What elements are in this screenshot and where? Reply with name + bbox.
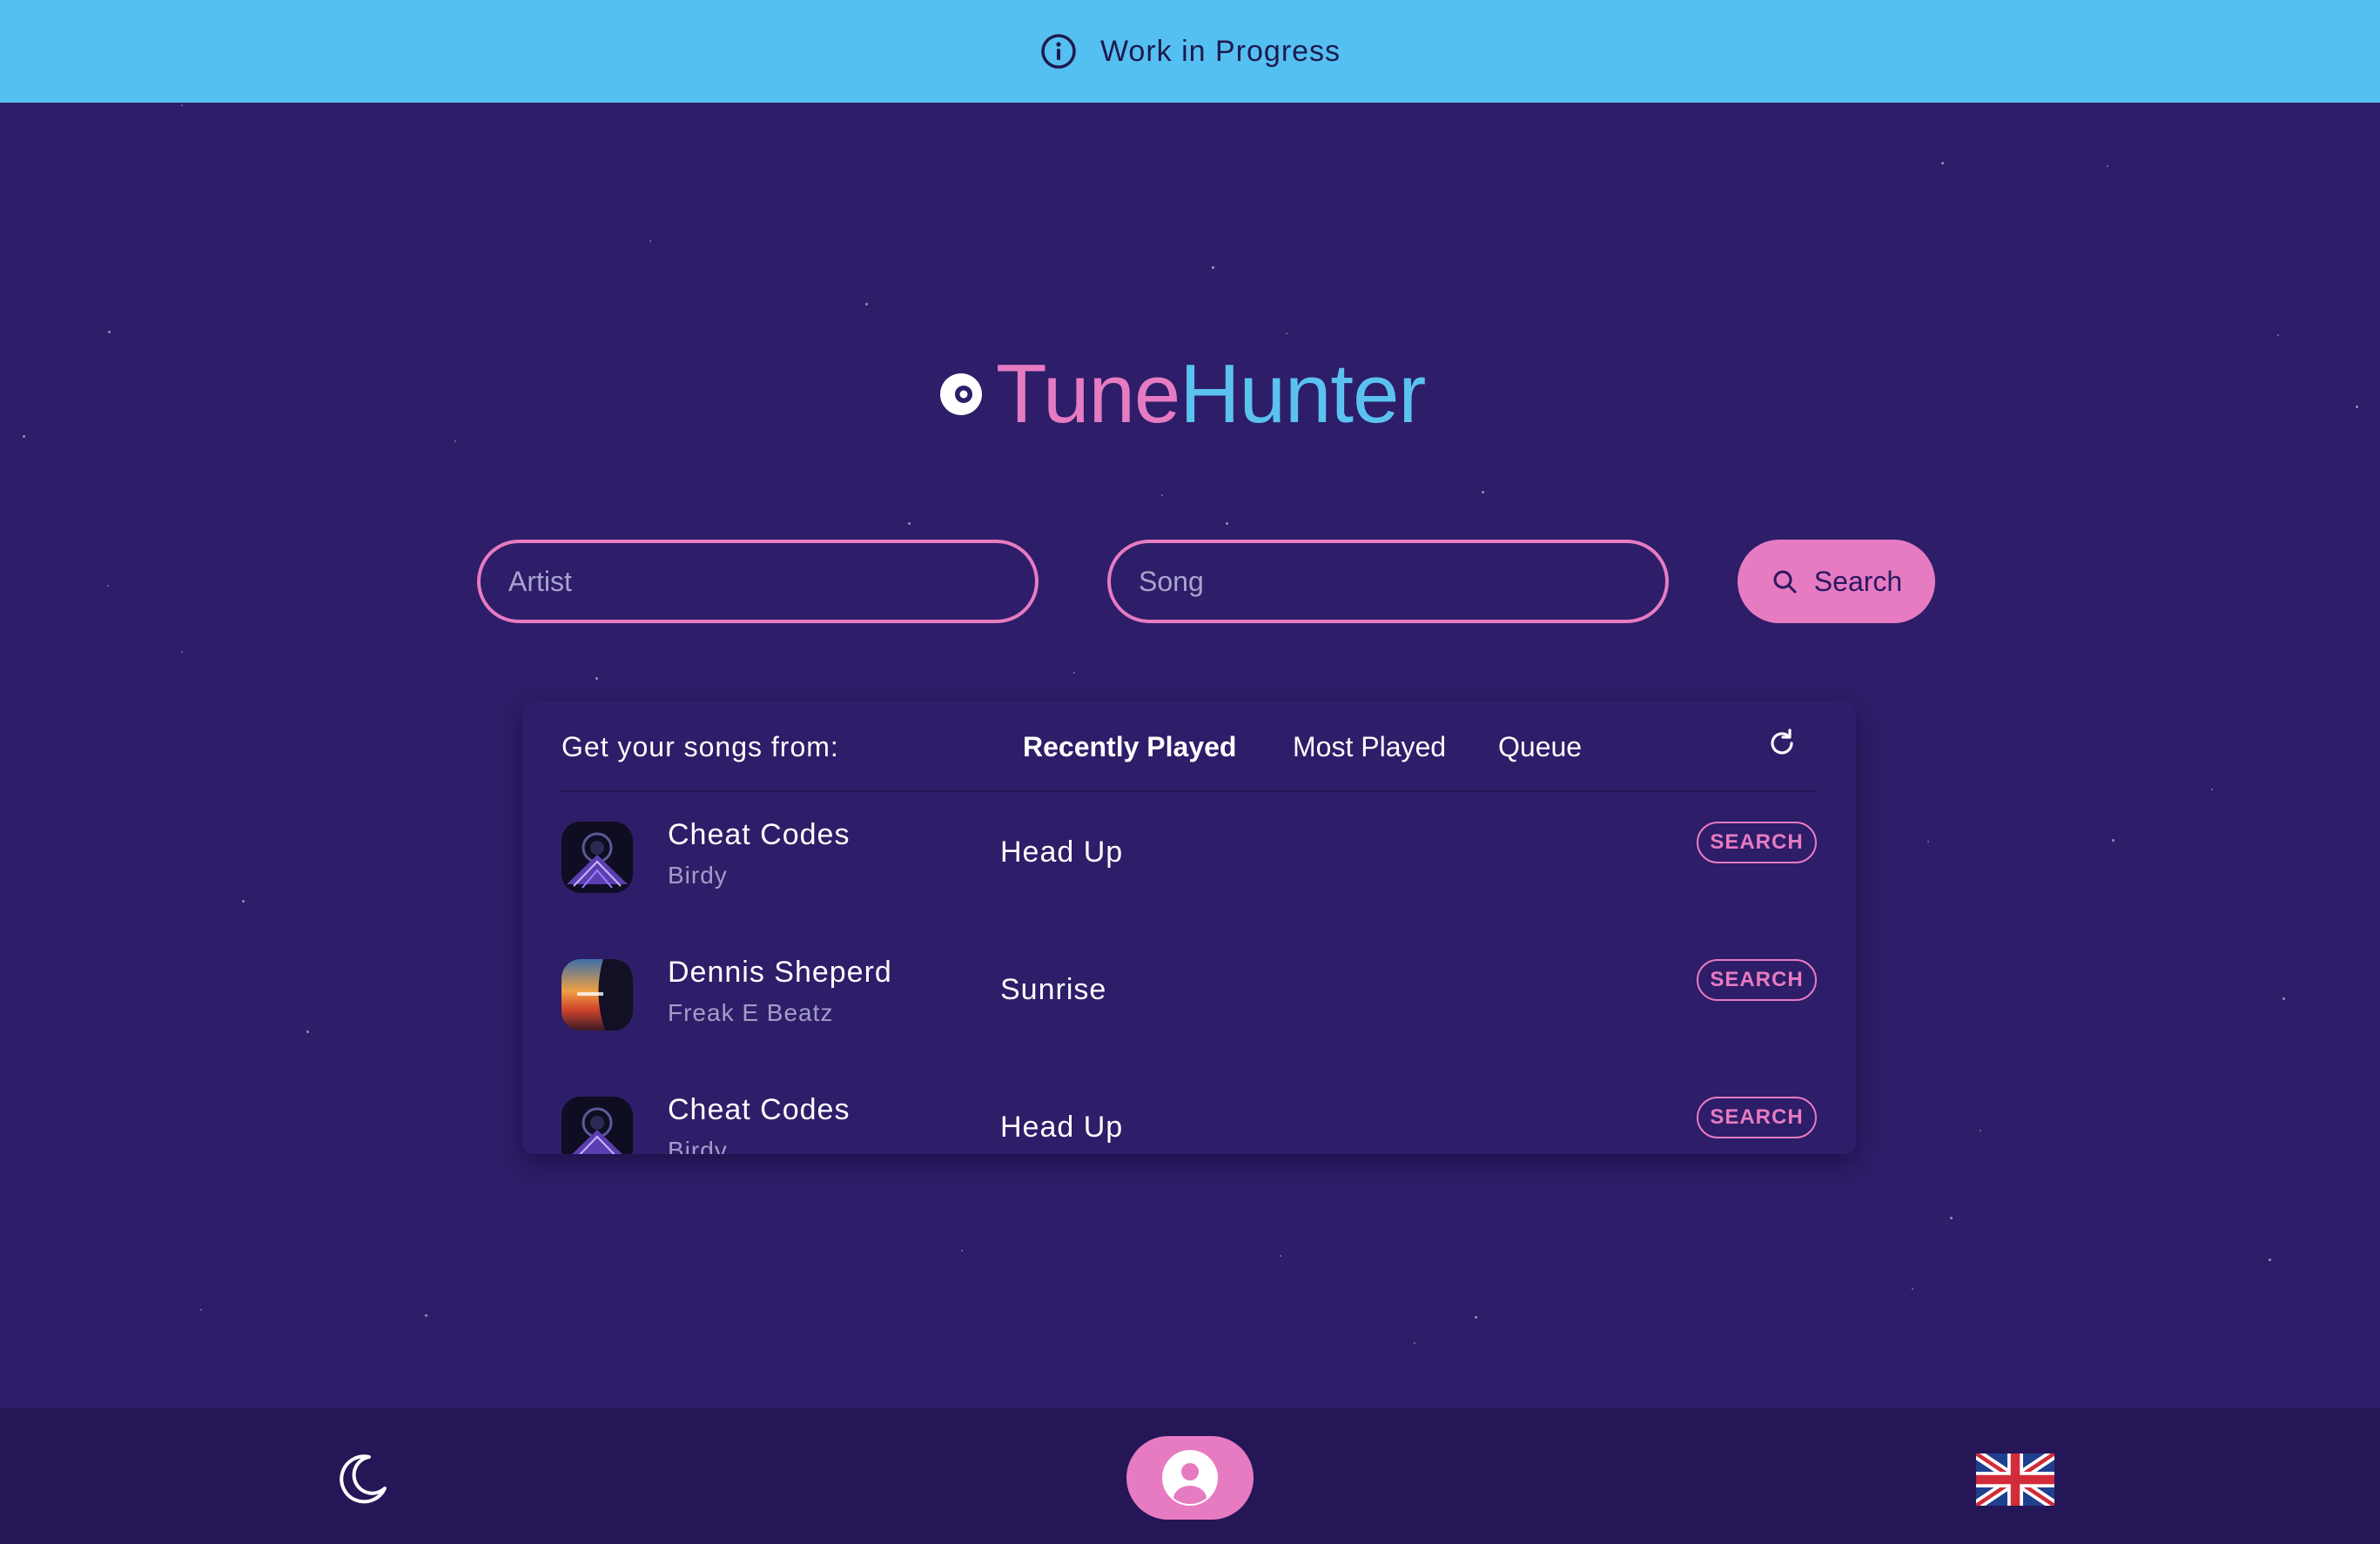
app-title-hunter: Hunter — [1180, 347, 1426, 440]
search-icon — [1773, 570, 1797, 594]
search-button[interactable]: Search — [1738, 540, 1935, 623]
song-title: Head Up — [1000, 1111, 1124, 1144]
artist-subtitle: Birdy — [668, 862, 728, 889]
panel-label: Get your songs from: — [561, 731, 839, 762]
album-cover — [561, 959, 633, 1030]
list-item: Cheat Codes Birdy Head Up SEARCH — [561, 792, 1817, 930]
app-page: Work in Progress TuneHunter Search Get y… — [0, 0, 2380, 1544]
refresh-button[interactable] — [1765, 726, 1799, 761]
artist-name: Cheat Codes — [668, 818, 850, 851]
artist-subtitle: Birdy — [668, 1137, 728, 1154]
list-item: Cheat Codes Birdy Head Up SEARCH — [561, 1067, 1817, 1154]
row-search-button[interactable]: SEARCH — [1697, 1097, 1817, 1138]
row-search-button[interactable]: SEARCH — [1697, 822, 1817, 863]
panel-header: Get your songs from: Recently Played Mos… — [561, 702, 1817, 792]
tab-most-played[interactable]: Most Played — [1293, 731, 1446, 763]
song-input[interactable] — [1107, 540, 1669, 623]
theme-toggle[interactable] — [334, 1450, 392, 1507]
artist-input[interactable] — [477, 540, 1039, 623]
moon-icon — [340, 1454, 387, 1504]
songs-panel: Get your songs from: Recently Played Mos… — [522, 702, 1856, 1154]
artist-subtitle: Freak E Beatz — [668, 999, 834, 1026]
app-title-tune: Tune — [996, 347, 1180, 440]
artist-name: Dennis Sheperd — [668, 956, 892, 989]
disc-icon — [940, 373, 982, 415]
artist-name: Cheat Codes — [668, 1093, 850, 1126]
list-item: Dennis Sheperd Freak E Beatz Sunrise SEA… — [561, 930, 1817, 1067]
bottom-bar — [0, 1408, 2380, 1544]
album-cover — [561, 1097, 633, 1154]
song-title: Sunrise — [1000, 973, 1107, 1006]
album-cover — [561, 822, 633, 893]
row-search-button[interactable]: SEARCH — [1697, 959, 1817, 1001]
uk-flag-icon — [1976, 1453, 2054, 1506]
wip-banner: Work in Progress — [0, 0, 2380, 103]
user-icon — [1162, 1450, 1218, 1506]
app-title: TuneHunter — [996, 346, 1426, 442]
song-title: Head Up — [1000, 836, 1124, 869]
banner-text: Work in Progress — [1099, 34, 1341, 68]
tab-queue[interactable]: Queue — [1498, 731, 1582, 763]
info-icon — [1041, 34, 1076, 69]
app-logo: TuneHunter — [938, 346, 1426, 442]
tab-recently-played[interactable]: Recently Played — [1023, 731, 1236, 763]
language-selector[interactable] — [1976, 1453, 2054, 1506]
profile-button[interactable] — [1126, 1436, 1254, 1520]
search-button-label: Search — [1813, 565, 1903, 597]
refresh-icon — [1771, 728, 1793, 755]
